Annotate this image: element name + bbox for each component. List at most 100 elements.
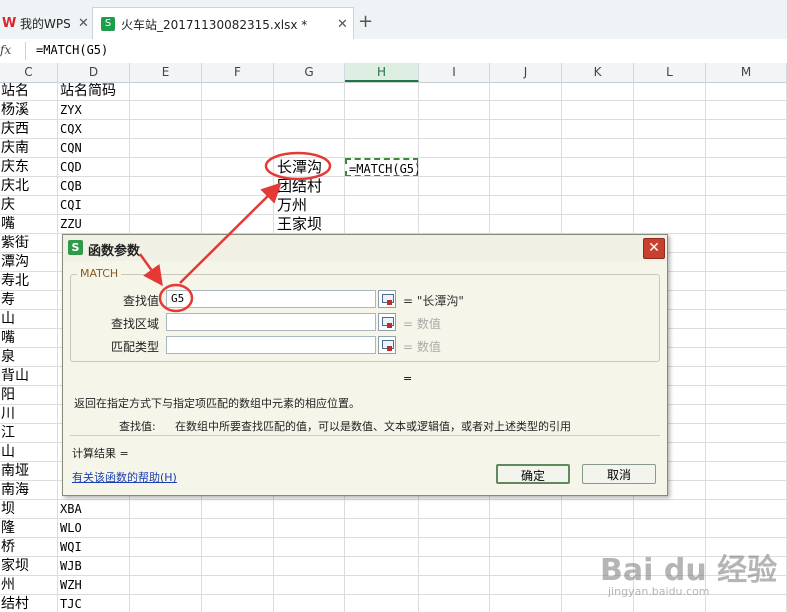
calculation-result: 计算结果 = xyxy=(72,447,129,460)
ok-button[interactable]: 确定 xyxy=(496,464,570,484)
column-header-k[interactable]: K xyxy=(562,63,634,82)
column-gridline xyxy=(57,82,58,612)
column-header-c[interactable]: C xyxy=(0,63,58,82)
column-header-h[interactable]: H xyxy=(345,63,419,82)
cell-c[interactable]: 潭沟 xyxy=(1,253,57,272)
cell-g[interactable]: 长潭沟 xyxy=(277,158,345,177)
close-icon[interactable]: ✕ xyxy=(337,17,348,32)
cell-g[interactable]: 万州 xyxy=(277,196,345,215)
cell-d[interactable]: ZYX xyxy=(60,101,128,120)
watermark-logo: Bai du 经验 xyxy=(600,553,778,588)
new-tab-button[interactable]: + xyxy=(358,11,373,32)
column-header-m[interactable]: M xyxy=(706,63,787,82)
divider xyxy=(70,435,660,436)
argument-name: 查找值: xyxy=(119,420,156,433)
cell-d[interactable]: CQB xyxy=(60,177,128,196)
param-label-lookup-array: 查找区域 xyxy=(110,317,159,331)
cell-c[interactable]: 阳 xyxy=(1,386,57,405)
cell-c[interactable]: 嘴 xyxy=(1,329,57,348)
spreadsheet-icon: S xyxy=(101,17,115,31)
cell-d[interactable]: WJB xyxy=(60,557,128,576)
wps-sheet-icon: S xyxy=(68,240,83,255)
active-cell-h5[interactable]: =MATCH(G5) xyxy=(345,158,421,177)
cell-d[interactable]: CQX xyxy=(60,120,128,139)
tab-label: 火车站_20171130082315.xlsx * xyxy=(121,17,308,32)
cell-c[interactable]: 川 xyxy=(1,405,57,424)
tab-label: 我的WPS xyxy=(20,17,71,31)
column-header-i[interactable]: I xyxy=(419,63,490,82)
close-icon[interactable]: ✕ xyxy=(78,16,89,31)
help-link[interactable]: 有关该函数的帮助(H) xyxy=(72,469,177,485)
cell-d[interactable]: TJC xyxy=(60,595,128,612)
cell-d[interactable]: XBA xyxy=(60,500,128,519)
column-header-d[interactable]: D xyxy=(58,63,130,82)
dialog-title: 函数参数 xyxy=(88,244,141,259)
range-select-icon[interactable] xyxy=(378,336,396,354)
cell-c[interactable]: 山 xyxy=(1,310,57,329)
tab-my-wps[interactable]: W 我的WPS ✕ xyxy=(0,8,92,39)
dialog-titlebar[interactable]: S 函数参数 ✕ xyxy=(63,235,667,261)
cell-c[interactable]: 隆 xyxy=(1,519,57,538)
column-gridline xyxy=(705,82,706,612)
watermark-url: jingyan.baidu.com xyxy=(608,585,710,598)
cell-c[interactable]: 结村 xyxy=(1,595,57,612)
wps-logo-icon: W xyxy=(2,15,17,31)
param-result: = 数值 xyxy=(403,340,441,354)
cell-c[interactable]: 南海 xyxy=(1,481,57,500)
cell-g[interactable]: 王家坝 xyxy=(277,215,345,234)
cell-d[interactable]: CQI xyxy=(60,196,128,215)
function-name: MATCH xyxy=(77,267,122,280)
column-header-e[interactable]: E xyxy=(130,63,202,82)
cell-c[interactable]: 南垭 xyxy=(1,462,57,481)
function-result-equals: = xyxy=(403,372,413,385)
cell-c[interactable]: 山 xyxy=(1,443,57,462)
cell-c[interactable]: 家坝 xyxy=(1,557,57,576)
range-select-icon[interactable] xyxy=(378,313,396,331)
range-select-icon[interactable] xyxy=(378,290,396,308)
column-header-l[interactable]: L xyxy=(634,63,706,82)
match-type-input[interactable] xyxy=(166,336,376,354)
cell-d[interactable]: CQD xyxy=(60,158,128,177)
cell-c[interactable]: 州 xyxy=(1,576,57,595)
cell-c[interactable]: 嘴 xyxy=(1,215,57,234)
cell-c[interactable]: 坝 xyxy=(1,500,57,519)
cell-g[interactable]: 团结村 xyxy=(277,177,345,196)
cell-d[interactable]: 站名简码 xyxy=(60,82,128,101)
cell-d[interactable]: CQN xyxy=(60,139,128,158)
param-result: = 数值 xyxy=(403,317,441,331)
cell-c[interactable]: 背山 xyxy=(1,367,57,386)
cell-c[interactable]: 杨溪 xyxy=(1,101,57,120)
cell-c[interactable]: 桥 xyxy=(1,538,57,557)
cell-c[interactable]: 庆东 xyxy=(1,158,57,177)
lookup-array-input[interactable] xyxy=(166,313,376,331)
fx-icon[interactable]: fx xyxy=(0,43,11,57)
cell-c[interactable]: 站名 xyxy=(1,82,57,101)
column-headers: CDEFGHIJKLM xyxy=(0,63,787,83)
column-header-j[interactable]: J xyxy=(490,63,562,82)
cell-c[interactable]: 江 xyxy=(1,424,57,443)
cell-d[interactable]: WLO xyxy=(60,519,128,538)
cell-c[interactable]: 庆北 xyxy=(1,177,57,196)
function-arguments-dialog: S 函数参数 ✕ MATCH 查找值 G5 = "长潭沟" 查找区域 = 数值 … xyxy=(62,234,668,496)
divider xyxy=(25,42,26,60)
cancel-button[interactable]: 取消 xyxy=(582,464,656,484)
formula-input[interactable]: =MATCH(G5) xyxy=(36,43,108,57)
formula-bar: fx =MATCH(G5) xyxy=(0,39,787,64)
cell-c[interactable]: 庆西 xyxy=(1,120,57,139)
close-button[interactable]: ✕ xyxy=(643,238,665,259)
lookup-value-input[interactable]: G5 xyxy=(166,290,376,308)
cell-c[interactable]: 寿 xyxy=(1,291,57,310)
cell-c[interactable]: 寿北 xyxy=(1,272,57,291)
tab-workbook[interactable]: S 火车站_20171130082315.xlsx * ✕ xyxy=(92,7,354,40)
cell-c[interactable]: 紫街 xyxy=(1,234,57,253)
cell-c[interactable]: 庆 xyxy=(1,196,57,215)
cell-d[interactable]: WQI xyxy=(60,538,128,557)
cell-c[interactable]: 泉 xyxy=(1,348,57,367)
column-header-f[interactable]: F xyxy=(202,63,274,82)
function-description: 返回在指定方式下与指定项匹配的数组中元素的相应位置。 xyxy=(74,397,360,410)
param-label-lookup-value: 查找值 xyxy=(122,294,159,308)
column-header-g[interactable]: G xyxy=(274,63,345,82)
cell-c[interactable]: 庆南 xyxy=(1,139,57,158)
cell-d[interactable]: ZZU xyxy=(60,215,128,234)
cell-d[interactable]: WZH xyxy=(60,576,128,595)
